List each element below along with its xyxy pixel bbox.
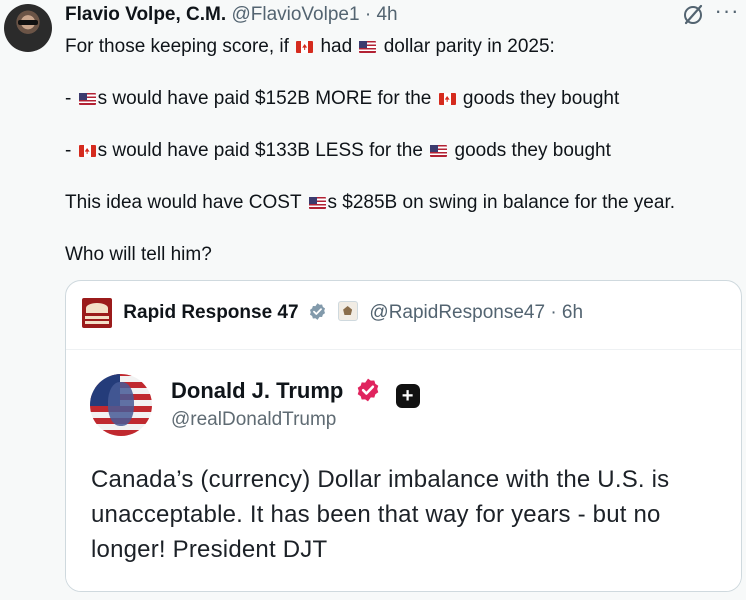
embedded-post-text: Canada’s (currency) Dollar imbalance wit…: [91, 466, 670, 563]
body-line-1: For those keeping score, if had dollar p…: [65, 34, 735, 59]
author-avatar[interactable]: [4, 4, 52, 52]
quoted-tweet[interactable]: Rapid Response 47 @RapidResponse47 · 6h …: [65, 280, 742, 592]
author-name[interactable]: Flavio Volpe, C.M.: [65, 4, 226, 25]
quoted-time[interactable]: 6h: [562, 302, 583, 323]
more-icon[interactable]: ···: [712, 0, 742, 26]
tweet-time[interactable]: 4h: [376, 4, 397, 25]
canada-flag-icon: [296, 41, 314, 53]
quoted-separator: ·: [550, 302, 557, 324]
body-text-segment: This idea would have COST: [65, 192, 302, 213]
body-text-segment: had: [320, 36, 353, 57]
us-flag-icon: [78, 93, 96, 105]
us-flag-icon: [308, 197, 326, 209]
slashed-circle-icon[interactable]: [680, 3, 706, 29]
plus-icon: +: [395, 384, 420, 408]
embedded-author-handle: @realDonaldTrump: [171, 409, 337, 430]
body-text-segment: s would have paid $133B LESS for the: [97, 140, 423, 161]
quoted-tweet-header: Rapid Response 47 @RapidResponse47 · 6h: [82, 298, 583, 328]
pink-verified-icon: [358, 378, 379, 402]
quoted-author-name[interactable]: Rapid Response 47: [123, 302, 298, 323]
author-handle[interactable]: @FlavioVolpe1: [231, 4, 359, 25]
tweet-header: Flavio Volpe, C.M. @FlavioVolpe1 · 4h: [65, 4, 398, 26]
header-separator: ·: [364, 4, 372, 25]
canada-flag-icon: [438, 93, 456, 105]
body-text-segment: dollar parity in 2025:: [383, 36, 555, 57]
tweet: Flavio Volpe, C.M. @FlavioVolpe1 · 4h ··…: [0, 0, 746, 600]
embedded-author-name: Donald J. Trump: [171, 378, 344, 403]
gray-verified-icon: [309, 303, 325, 320]
body-text-segment: s would have paid $152B MORE for the: [97, 88, 432, 109]
body-line-4: This idea would have COST s $285B on swi…: [65, 190, 735, 215]
canada-flag-icon: [78, 145, 96, 157]
slashed-circle-icon-graphic: [684, 4, 703, 25]
body-line-5: Who will tell him?: [65, 244, 212, 265]
body-text-segment: s $285B on swing in balance for the year…: [327, 192, 676, 213]
us-flag-icon: [359, 41, 377, 53]
embedded-post-image: Donald J. Trump + @realDonaldTrump Canad…: [66, 349, 741, 591]
rapid-response-avatar[interactable]: [82, 298, 112, 328]
body-text-segment: goods they bought: [462, 88, 620, 109]
trump-avatar: [90, 374, 152, 436]
body-line-3: - s would have paid $133B LESS for the g…: [65, 138, 735, 163]
embedded-post-header: Donald J. Trump +: [171, 377, 420, 408]
us-flag-icon: [430, 145, 448, 157]
bullet-dash: -: [65, 88, 72, 109]
government-badge-icon: [338, 301, 359, 322]
bullet-dash: -: [65, 140, 72, 161]
body-text-segment: goods they bought: [454, 140, 611, 161]
quoted-author-handle[interactable]: @RapidResponse47: [369, 302, 545, 323]
body-line-2: - s would have paid $152B MORE for the g…: [65, 86, 735, 111]
tweet-body: For those keeping score, if had dollar p…: [65, 34, 735, 294]
body-text-segment: For those keeping score, if: [65, 36, 289, 57]
